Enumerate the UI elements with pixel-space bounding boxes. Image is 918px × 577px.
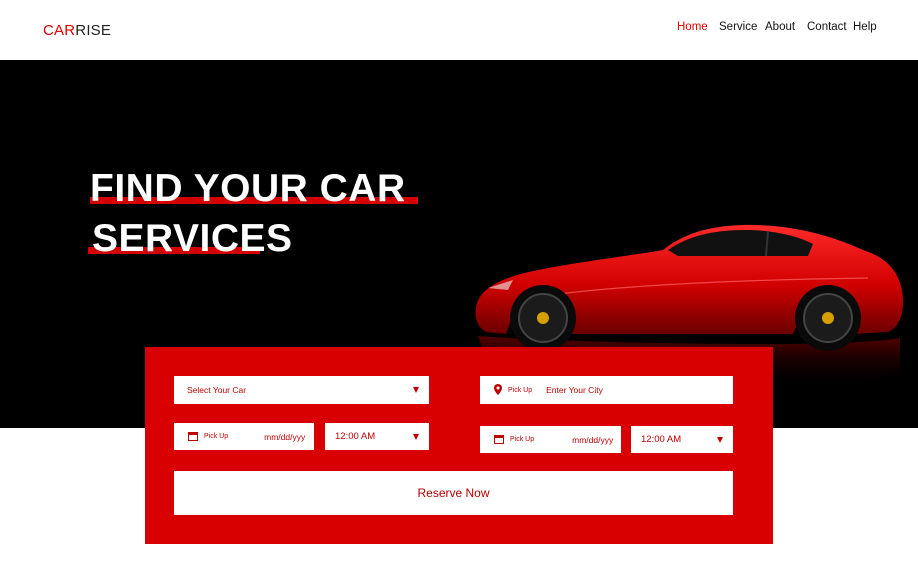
nav-service[interactable]: Service bbox=[719, 21, 757, 33]
pickup-city-placeholder: Enter Your City bbox=[546, 385, 603, 395]
right-pickup-label: Pick Up bbox=[510, 436, 535, 443]
chevron-down-icon bbox=[413, 434, 419, 440]
brand-logo-part2: RISE bbox=[75, 22, 112, 39]
right-time-value: 12:00 AM bbox=[641, 434, 682, 445]
nav-about[interactable]: About bbox=[765, 21, 795, 33]
pickup-city-input[interactable]: Pick Up Enter Your City bbox=[480, 376, 733, 404]
right-pickup-date[interactable]: Pick Up mm/dd/yyy bbox=[480, 426, 621, 453]
left-date-placeholder: mm/dd/yyy bbox=[264, 431, 306, 442]
right-time-select[interactable]: 12:00 AM bbox=[631, 426, 733, 453]
hero-title-line2: SERVICES bbox=[92, 217, 293, 260]
nav-home[interactable]: Home bbox=[677, 21, 708, 33]
brand-logo-part1: CAR bbox=[43, 22, 76, 39]
nav-help[interactable]: Help bbox=[853, 21, 877, 33]
brand-logo[interactable]: CARRISE bbox=[43, 22, 111, 39]
right-date-placeholder: mm/dd/yyy bbox=[572, 434, 614, 445]
left-pickup-label: Pick Up bbox=[204, 433, 229, 440]
car-select-placeholder: Select Your Car bbox=[187, 385, 247, 395]
calendar-icon bbox=[494, 434, 504, 446]
left-pickup-date[interactable]: Pick Up mm/dd/yyy bbox=[174, 423, 314, 450]
booking-form: Select Your Car Pick Up Enter Your City … bbox=[145, 347, 773, 544]
site-header: CARRISE Home Service About Contact Help bbox=[0, 0, 918, 60]
pickup-city-label: Pick Up bbox=[508, 386, 533, 394]
left-time-select[interactable]: 12:00 AM bbox=[325, 423, 429, 450]
hero-title-line1: FIND YOUR CAR bbox=[90, 167, 406, 210]
chevron-down-icon bbox=[413, 387, 419, 393]
reserve-now-button[interactable]: Reserve Now bbox=[174, 471, 733, 515]
calendar-icon bbox=[188, 431, 198, 443]
chevron-down-icon bbox=[717, 437, 723, 443]
nav-contact[interactable]: Contact bbox=[807, 21, 847, 33]
left-time-value: 12:00 AM bbox=[335, 431, 376, 442]
location-pin-icon bbox=[494, 383, 502, 397]
car-select[interactable]: Select Your Car bbox=[174, 376, 429, 404]
